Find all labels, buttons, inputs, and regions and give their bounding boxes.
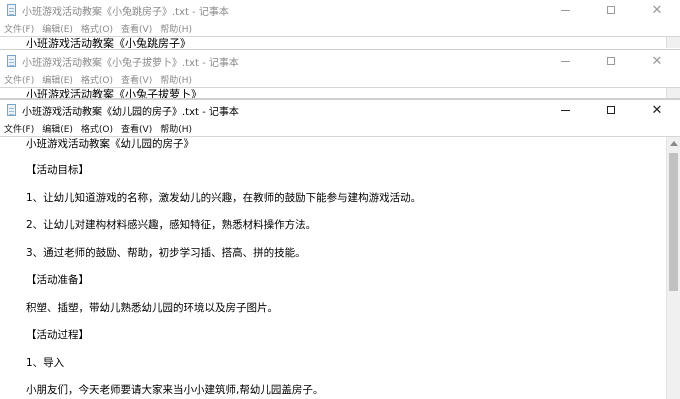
- close-icon: ✕: [651, 2, 663, 18]
- text-editor[interactable]: 小班游戏活动教案《幼儿园的房子》 【活动目标】 1、让幼儿知道游戏的名称，激发幼…: [0, 136, 680, 399]
- minimize-button[interactable]: [542, 100, 588, 120]
- maximize-icon: [607, 106, 615, 114]
- menu-format[interactable]: 格式(O): [77, 73, 117, 86]
- title-bar[interactable]: 小班游戏活动教案《小兔跳房子》.txt - 记事本 ✕: [0, 0, 680, 20]
- section-heading-process: 【活动过程】: [26, 329, 89, 341]
- maximize-icon: [607, 6, 615, 14]
- menu-bar: 文件(F) 编辑(E) 格式(O) 查看(V) 帮助(H): [0, 120, 680, 136]
- minimize-icon: [560, 109, 570, 111]
- minimize-button[interactable]: [542, 51, 588, 71]
- vertical-scrollbar[interactable]: [666, 137, 680, 399]
- title-bar[interactable]: 小班游戏活动教案《幼儿园的房子》.txt - 记事本 ✕: [0, 100, 680, 120]
- notepad-window-2[interactable]: 小班游戏活动教案《小兔子拔萝卜》.txt - 记事本 ✕ 文件(F) 编辑(E)…: [0, 51, 680, 99]
- close-icon: ✕: [651, 53, 663, 69]
- notepad-icon: [6, 55, 17, 67]
- scrollbar[interactable]: [666, 37, 680, 48]
- scrollbar[interactable]: [666, 88, 680, 98]
- doc-line: 积塑、插塑，带幼儿熟悉幼儿园的环境以及房子图片。: [26, 301, 278, 314]
- document-first-line: 小班游戏活动教案《小兔跳房子》: [26, 37, 191, 48]
- menu-format[interactable]: 格式(O): [77, 22, 117, 35]
- minimize-icon: [560, 60, 570, 62]
- menu-edit[interactable]: 编辑(E): [38, 22, 77, 35]
- scroll-up-icon[interactable]: [670, 141, 678, 146]
- window-title: 小班游戏活动教案《小兔跳房子》.txt - 记事本: [22, 6, 229, 18]
- menu-edit[interactable]: 编辑(E): [38, 73, 77, 86]
- minimize-icon: [560, 9, 570, 11]
- doc-line: 3、通过老师的鼓励、帮助，初步学习插、搭高、拼的技能。: [26, 246, 306, 259]
- section-heading-preparation: 【活动准备】: [26, 274, 89, 286]
- window-title: 小班游戏活动教案《小兔子拔萝卜》.txt - 记事本: [22, 57, 239, 69]
- menu-file[interactable]: 文件(F): [0, 22, 38, 35]
- minimize-button[interactable]: [542, 0, 588, 20]
- close-button[interactable]: ✕: [634, 100, 680, 120]
- notepad-window-1[interactable]: 小班游戏活动教案《小兔跳房子》.txt - 记事本 ✕ 文件(F) 编辑(E) …: [0, 0, 680, 50]
- window-title: 小班游戏活动教案《幼儿园的房子》.txt - 记事本: [22, 106, 239, 118]
- doc-line: 小朋友们，今天老师要请大家来当小小建筑师,帮幼儿园盖房子。: [26, 384, 324, 396]
- document-first-line: 小班游戏活动教案《小兔子拔萝卜》: [26, 88, 202, 99]
- notepad-icon: [6, 4, 17, 16]
- menu-help[interactable]: 帮助(H): [156, 22, 196, 35]
- notepad-icon: [6, 104, 17, 116]
- menu-view[interactable]: 查看(V): [117, 22, 156, 35]
- menu-bar: 文件(F) 编辑(E) 格式(O) 查看(V) 帮助(H): [0, 71, 680, 87]
- close-button[interactable]: ✕: [634, 51, 680, 71]
- menu-help[interactable]: 帮助(H): [156, 122, 196, 135]
- doc-line: 2、让幼儿对建构材料感兴趣，感知特征，熟悉材料操作方法。: [26, 219, 317, 231]
- doc-title: 小班游戏活动教案《幼儿园的房子》: [26, 138, 194, 150]
- menu-bar: 文件(F) 编辑(E) 格式(O) 查看(V) 帮助(H): [0, 20, 680, 36]
- menu-format[interactable]: 格式(O): [77, 122, 117, 135]
- menu-file[interactable]: 文件(F): [0, 73, 38, 86]
- maximize-icon: [607, 57, 615, 65]
- doc-line: 1、让幼儿知道游戏的名称，激发幼儿的兴趣，在教师的鼓励下能参与建构游戏活动。: [26, 191, 422, 204]
- menu-help[interactable]: 帮助(H): [156, 73, 196, 86]
- menu-edit[interactable]: 编辑(E): [38, 122, 77, 135]
- text-editor[interactable]: 小班游戏活动教案《小兔子拔萝卜》: [0, 87, 680, 99]
- section-heading-goals: 【活动目标】: [26, 164, 89, 176]
- maximize-button[interactable]: [588, 100, 634, 120]
- scrollbar-thumb[interactable]: [669, 153, 678, 291]
- menu-view[interactable]: 查看(V): [117, 122, 156, 135]
- text-editor[interactable]: 小班游戏活动教案《小兔跳房子》: [0, 36, 680, 48]
- maximize-button[interactable]: [588, 0, 634, 20]
- menu-file[interactable]: 文件(F): [0, 122, 38, 135]
- close-icon: ✕: [651, 102, 663, 118]
- menu-view[interactable]: 查看(V): [117, 73, 156, 86]
- maximize-button[interactable]: [588, 51, 634, 71]
- notepad-window-active[interactable]: 小班游戏活动教案《幼儿园的房子》.txt - 记事本 ✕ 文件(F) 编辑(E)…: [0, 99, 680, 399]
- title-bar[interactable]: 小班游戏活动教案《小兔子拔萝卜》.txt - 记事本 ✕: [0, 51, 680, 71]
- doc-line: 1、导入: [26, 356, 65, 369]
- document-text[interactable]: 小班游戏活动教案《幼儿园的房子》 【活动目标】 1、让幼儿知道游戏的名称，激发幼…: [0, 137, 666, 399]
- close-button[interactable]: ✕: [634, 0, 680, 20]
